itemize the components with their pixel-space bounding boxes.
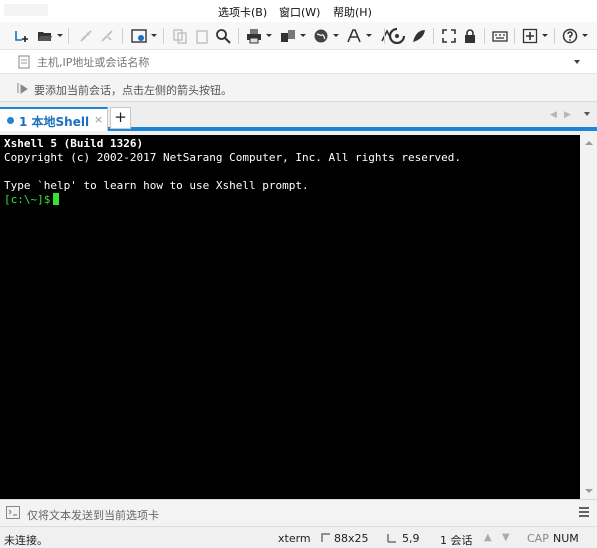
terminal-title-line: Xshell 5 (Build 1326) [4, 137, 144, 150]
status-up-arrow-icon[interactable]: ▲ [484, 532, 492, 543]
add-icon[interactable] [521, 27, 539, 45]
disconnect-icon[interactable] [98, 27, 116, 45]
font-icon[interactable] [345, 27, 363, 45]
toolbar-separator [238, 28, 239, 44]
session-count: 1 会话 [440, 534, 473, 547]
tab-list-caret[interactable] [584, 112, 590, 116]
terminal-size-icon [321, 533, 330, 542]
print-icon[interactable] [245, 27, 263, 45]
scroll-up-icon[interactable] [585, 141, 593, 145]
new-session-icon[interactable] [13, 27, 31, 45]
toolbar-separator [433, 28, 434, 44]
help-icon[interactable] [561, 27, 579, 45]
menu-bar: 选项卡(B) 窗口(W) 帮助(H) [0, 0, 597, 22]
transfer-icon[interactable] [279, 27, 297, 45]
terminal-screen[interactable]: Xshell 5 (Build 1326) Copyright (c) 2002-… [0, 135, 580, 499]
terminal-prompt-line: [c:\~]$ [4, 193, 576, 207]
compose-menu-icon[interactable] [578, 506, 590, 518]
cursor-position: 5,9 [402, 532, 420, 545]
compose-bar: 仅将文本发送到当前选项卡 [0, 499, 597, 526]
new-tab-button[interactable]: + [110, 107, 131, 129]
tab-bar: 1 本地Shell × + ◀ ▶ [0, 102, 597, 131]
compose-icon[interactable] [6, 506, 20, 519]
terminal-cursor [53, 193, 60, 205]
lock-icon[interactable] [461, 27, 479, 45]
toolbar-separator [163, 28, 164, 44]
add-dropdown-caret[interactable] [542, 34, 548, 37]
toolbar-separator [122, 28, 123, 44]
caps-lock-indicator: CAP [527, 532, 549, 545]
help-dropdown-caret[interactable] [582, 34, 588, 37]
toolbar-separator [554, 28, 555, 44]
find-icon[interactable] [214, 27, 232, 45]
toolbar-separator [68, 28, 69, 44]
address-dropdown-caret[interactable] [574, 60, 580, 64]
terminal-type: xterm [278, 532, 311, 545]
globe-icon[interactable] [312, 27, 330, 45]
properties-dropdown-caret[interactable] [151, 34, 157, 37]
cursor-position-icon [387, 534, 396, 543]
address-bar [0, 50, 597, 74]
address-input[interactable] [34, 52, 564, 72]
address-icon [18, 55, 30, 69]
paste-icon[interactable] [193, 27, 211, 45]
terminal-scrollbar[interactable] [580, 135, 597, 499]
open-folder-icon[interactable] [36, 27, 54, 45]
toolbar-separator [484, 28, 485, 44]
add-session-arrow-icon[interactable] [16, 81, 30, 95]
window-title-faded [4, 4, 48, 16]
font-dropdown-caret[interactable] [366, 34, 372, 37]
open-dropdown-caret[interactable] [57, 34, 63, 37]
menu-window[interactable]: 窗口(W) [279, 4, 320, 20]
status-bar: 未连接。 xterm 88x25 5,9 1 会话 ▲ ▼ CAP NUM [0, 526, 597, 548]
connection-status: 未连接。 [4, 534, 48, 547]
terminal-prompt: [c:\~]$ [4, 193, 51, 206]
menu-help[interactable]: 帮助(H) [333, 4, 372, 20]
session-hint-bar: 要添加当前会话，点击左侧的箭头按钮。 [0, 74, 597, 102]
copy-icon[interactable] [171, 27, 189, 45]
tab-status-dot [7, 117, 14, 124]
compose-placeholder[interactable]: 仅将文本发送到当前选项卡 [27, 507, 159, 523]
num-lock-indicator: NUM [553, 532, 579, 545]
xagent-icon[interactable] [410, 27, 428, 45]
globe-dropdown-caret[interactable] [333, 34, 339, 37]
print-dropdown-caret[interactable] [266, 34, 272, 37]
toolbar [0, 22, 597, 50]
tab-local-shell[interactable]: 1 本地Shell × [0, 107, 108, 131]
status-down-arrow-icon[interactable]: ▼ [502, 532, 510, 543]
properties-icon[interactable] [130, 27, 148, 45]
tab-close-icon[interactable]: × [94, 113, 103, 126]
terminal-size: 88x25 [334, 532, 369, 545]
tab-scroll-left-icon[interactable]: ◀ [550, 110, 557, 120]
tab-label: 1 本地Shell [19, 115, 90, 129]
transfer-dropdown-caret[interactable] [300, 34, 306, 37]
menu-tabs[interactable]: 选项卡(B) [218, 4, 267, 20]
xftp-icon[interactable] [388, 27, 406, 45]
terminal-copyright-line: Copyright (c) 2002-2017 NetSarang Comput… [4, 151, 461, 164]
toolbar-separator [384, 28, 385, 44]
toolbar-separator [514, 28, 515, 44]
tab-scroll-right-icon[interactable]: ▶ [564, 110, 571, 120]
keyboard-icon[interactable] [491, 27, 509, 45]
hint-text: 要添加当前会话，点击左侧的箭头按钮。 [34, 84, 232, 97]
fullscreen-icon[interactable] [440, 27, 458, 45]
connect-icon[interactable] [77, 27, 95, 45]
terminal-help-line: Type `help' to learn how to use Xshell p… [4, 179, 309, 192]
scroll-down-icon[interactable] [585, 489, 593, 493]
